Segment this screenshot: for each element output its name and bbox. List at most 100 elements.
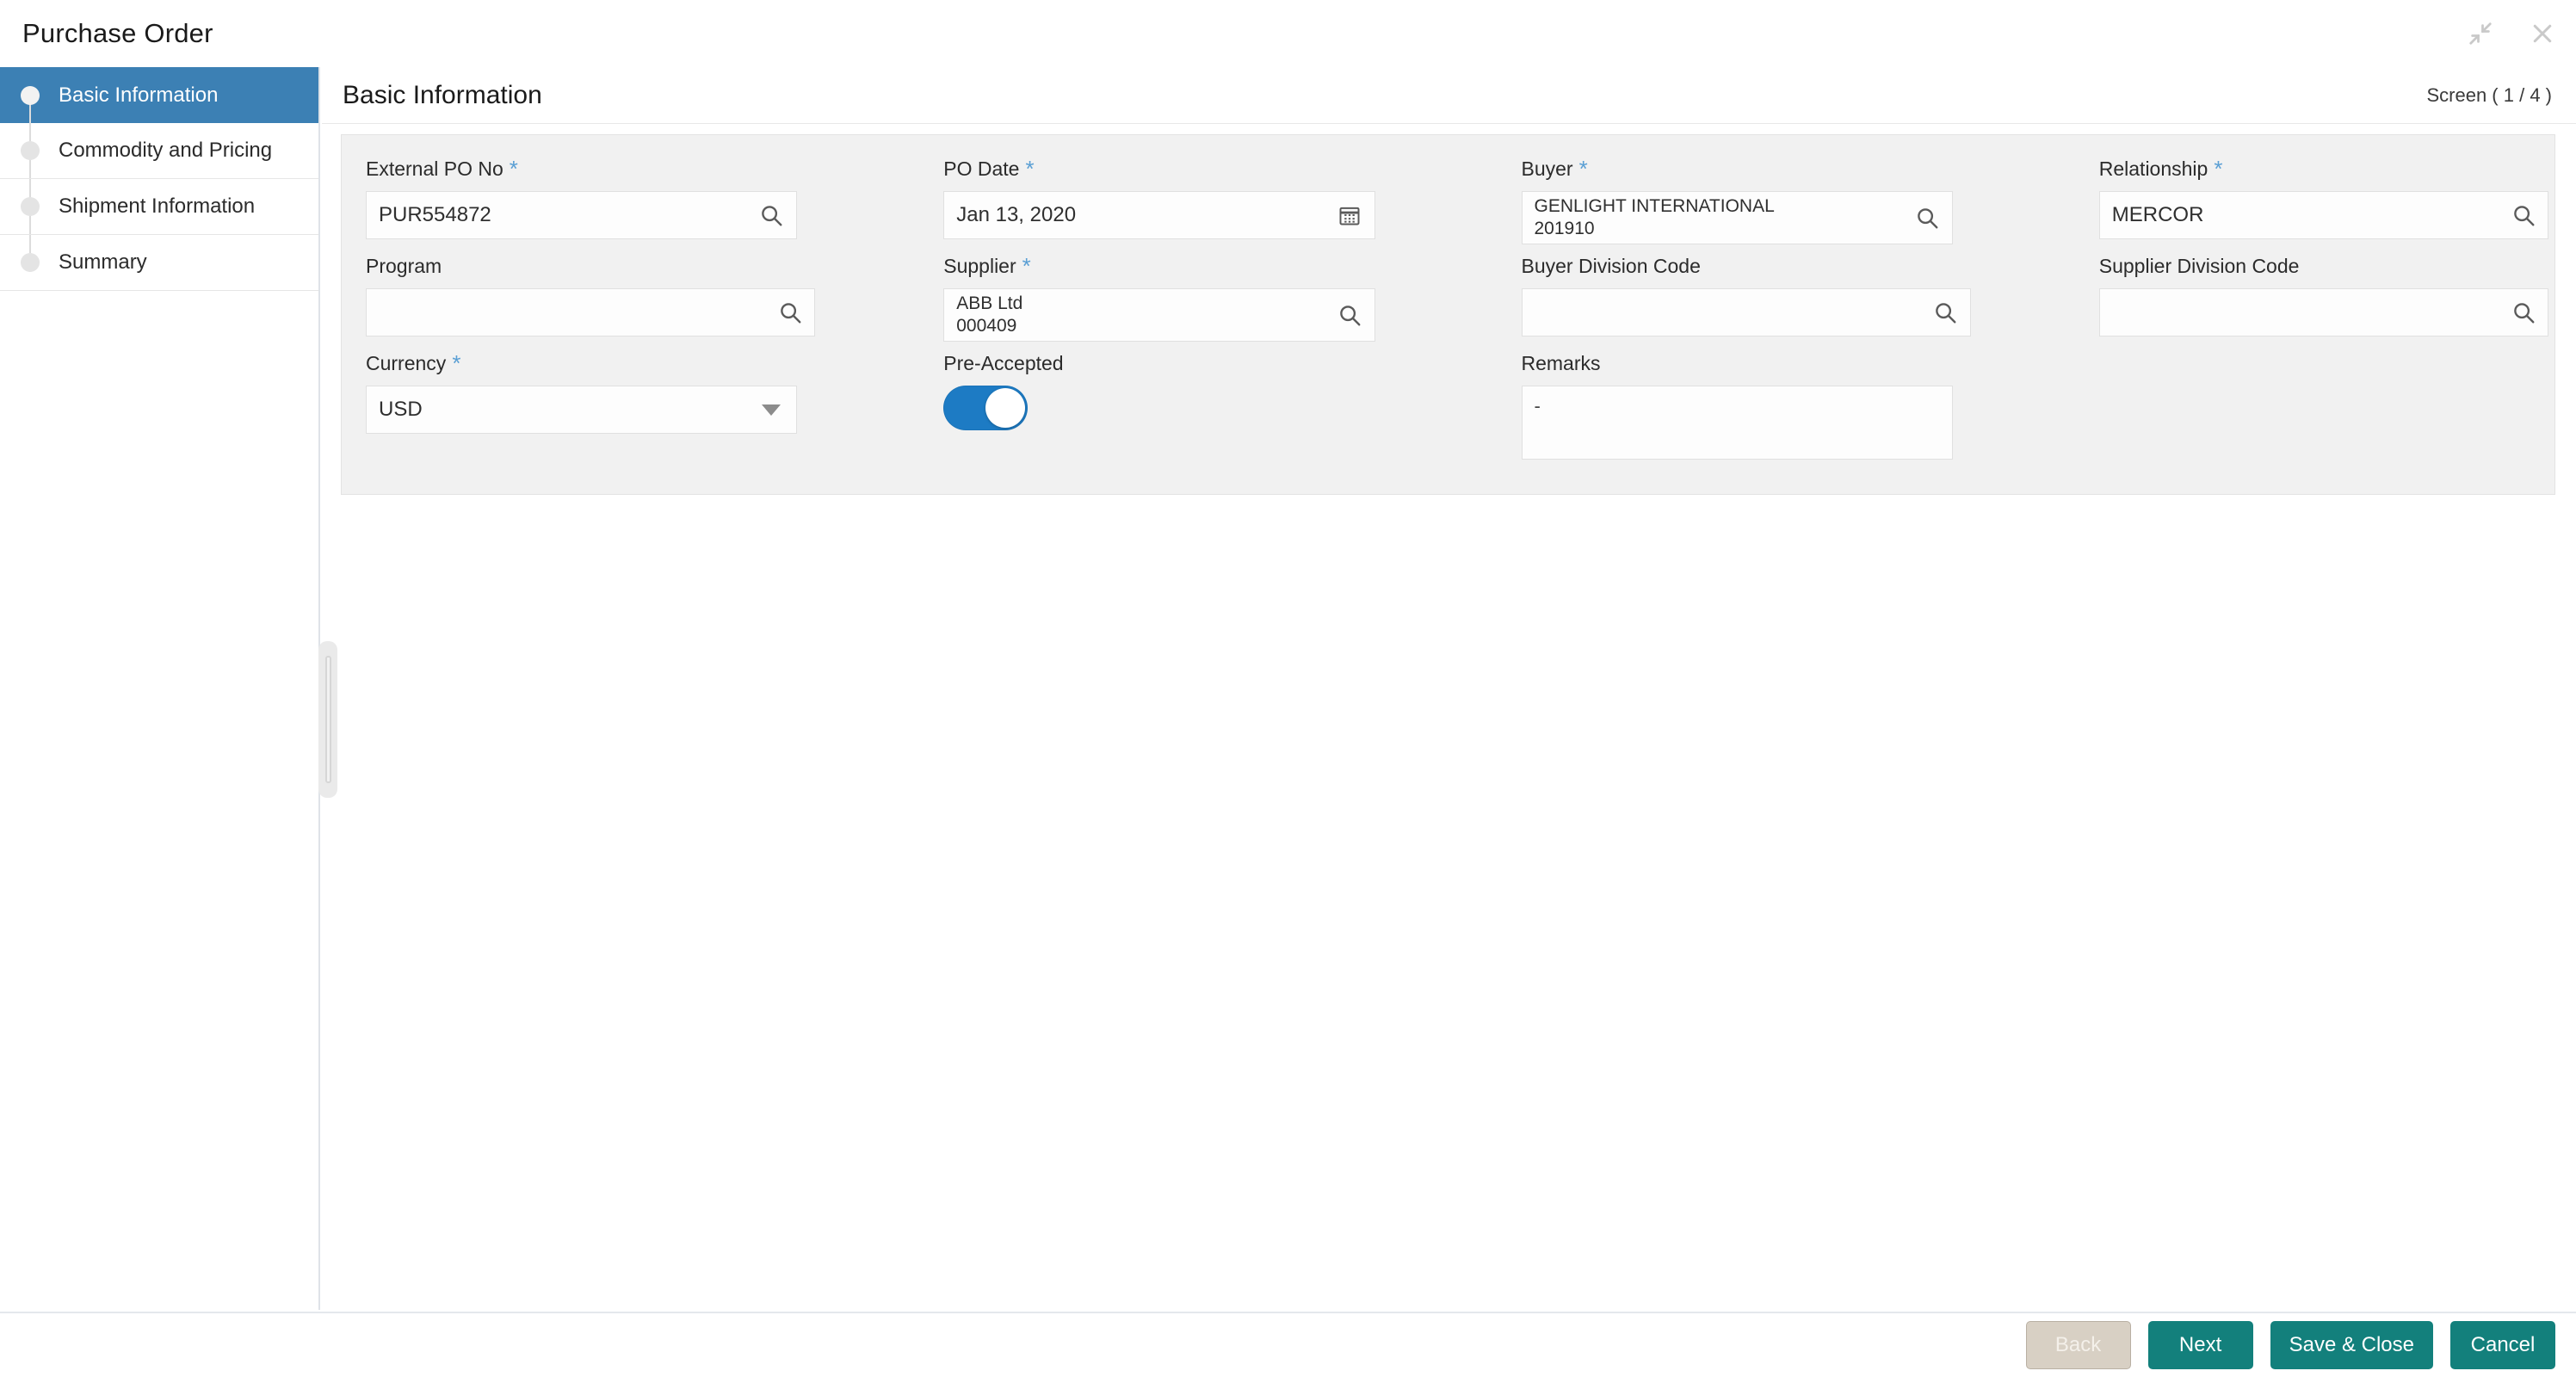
basic-information-form: External PO No * PO Date *: [341, 134, 2555, 495]
search-icon[interactable]: [746, 192, 796, 238]
field-relationship: Relationship *: [2098, 157, 2548, 244]
sidebar-item-label: Shipment Information: [59, 195, 256, 218]
back-button[interactable]: Back: [2025, 1321, 2131, 1369]
field-buyer-division-code: Buyer Division Code: [1521, 255, 1971, 342]
collapse-icon[interactable]: [2462, 15, 2499, 52]
sidebar-nav: Basic Information Commodity and Pricing …: [0, 67, 320, 1310]
close-icon[interactable]: [2524, 15, 2561, 52]
label-text: Remarks: [1521, 352, 1601, 374]
search-icon[interactable]: [1902, 192, 1952, 244]
stepper-dot: [21, 141, 40, 160]
sidebar-item-commodity-and-pricing[interactable]: Commodity and Pricing: [0, 123, 318, 179]
label-text: Relationship: [2098, 157, 2208, 180]
field-spacer: [2099, 352, 2530, 460]
sidebar-item-label: Summary: [59, 250, 147, 274]
cancel-button[interactable]: Cancel: [2450, 1321, 2555, 1369]
label-text: PO Date: [943, 157, 1020, 180]
field-label: Program: [366, 255, 797, 281]
field-supplier: Supplier * ABB Ltd 000409: [943, 255, 1375, 342]
input-container[interactable]: GENLIGHT INTERNATIONAL 201910: [1521, 191, 1953, 244]
screen-indicator: Screen ( 1 / 4 ): [2426, 83, 2552, 106]
save-and-close-button[interactable]: Save & Close: [2270, 1321, 2433, 1369]
label-text: Currency: [366, 352, 447, 374]
field-label: Buyer Division Code: [1522, 255, 1953, 281]
stepper-dot: [21, 197, 40, 216]
remarks-textarea[interactable]: -: [1521, 386, 1953, 460]
window-controls: [2462, 0, 2561, 67]
required-asterisk: *: [1025, 156, 1035, 182]
search-icon[interactable]: [2499, 288, 2548, 337]
search-icon[interactable]: [765, 288, 816, 337]
window-titlebar: Purchase Order: [0, 0, 2576, 67]
buyer-name: GENLIGHT INTERNATIONAL: [1534, 196, 1775, 217]
input-container: [2098, 288, 2548, 337]
label-text: Buyer: [1521, 157, 1573, 180]
sidebar-item-basic-information[interactable]: Basic Information: [0, 67, 318, 123]
sidebar-splitter-handle[interactable]: [318, 641, 337, 798]
field-po-date: PO Date *: [943, 157, 1375, 244]
splitter-grip: [324, 656, 331, 783]
field-label: Pre-Accepted: [943, 352, 1374, 378]
external-po-no-input[interactable]: [367, 192, 747, 238]
sidebar-item-summary[interactable]: Summary: [0, 235, 318, 291]
chevron-down-icon: [762, 404, 781, 416]
content-header: Basic Information Screen ( 1 / 4 ): [322, 67, 2576, 124]
buyer-code: 201910: [1534, 219, 1595, 238]
field-label: Buyer *: [1522, 157, 1953, 183]
po-date-input[interactable]: [944, 192, 1325, 238]
supplier-division-code-input[interactable]: [2099, 289, 2530, 336]
input-container: [2098, 191, 2548, 239]
label-text: External PO No: [366, 157, 503, 180]
buyer-value: GENLIGHT INTERNATIONAL 201910: [1523, 192, 1902, 244]
input-container: [1521, 288, 1971, 337]
calendar-icon[interactable]: [1325, 192, 1374, 238]
field-program: Program: [366, 255, 816, 342]
required-asterisk: *: [1022, 253, 1031, 279]
search-icon[interactable]: [1325, 289, 1374, 341]
input-container: [366, 288, 816, 337]
label-text: Pre-Accepted: [943, 352, 1064, 374]
stepper-dot: [21, 85, 40, 105]
window-title: Purchase Order: [22, 18, 213, 48]
relationship-input[interactable]: [2099, 192, 2530, 238]
currency-select[interactable]: USD: [366, 386, 798, 434]
field-label: PO Date *: [943, 157, 1374, 183]
label-text: Supplier Division Code: [2098, 255, 2300, 277]
pre-accepted-toggle[interactable]: [943, 386, 1029, 430]
form-grid: External PO No * PO Date *: [366, 157, 2548, 465]
label-text: Supplier: [943, 255, 1016, 277]
required-asterisk: *: [452, 350, 461, 376]
field-supplier-division-code: Supplier Division Code: [2098, 255, 2548, 342]
input-container: [366, 191, 798, 239]
field-label: Supplier Division Code: [2099, 255, 2530, 281]
page-title: Basic Information: [343, 80, 542, 109]
required-asterisk: *: [1578, 156, 1588, 182]
buyer-division-code-input[interactable]: [1522, 289, 1952, 336]
field-external-po-no: External PO No *: [366, 157, 798, 244]
supplier-value: ABB Ltd 000409: [944, 289, 1324, 341]
sidebar-item-shipment-information[interactable]: Shipment Information: [0, 179, 318, 235]
required-asterisk: *: [2214, 156, 2223, 182]
input-container: [943, 191, 1375, 239]
currency-selected-value: USD: [379, 398, 423, 421]
field-label: Relationship *: [2099, 157, 2530, 183]
supplier-name: ABB Ltd: [956, 293, 1023, 314]
sidebar-item-label: Commodity and Pricing: [59, 139, 273, 162]
stepper-dot: [21, 253, 40, 272]
required-asterisk: *: [509, 156, 518, 182]
field-label: Remarks: [1522, 352, 1953, 378]
supplier-code: 000409: [956, 316, 1017, 336]
field-remarks: Remarks -: [1521, 352, 1953, 460]
search-icon[interactable]: [1920, 288, 1971, 337]
field-label: Supplier *: [943, 255, 1374, 281]
toggle-knob: [985, 388, 1026, 428]
search-icon[interactable]: [2499, 191, 2548, 239]
field-buyer: Buyer * GENLIGHT INTERNATIONAL 201910: [1521, 157, 1953, 244]
next-button[interactable]: Next: [2147, 1321, 2253, 1369]
field-label: External PO No *: [366, 157, 797, 183]
label-text: Program: [366, 255, 442, 277]
input-container[interactable]: ABB Ltd 000409: [943, 288, 1375, 342]
field-pre-accepted: Pre-Accepted: [943, 352, 1374, 460]
program-input[interactable]: [367, 289, 797, 336]
label-text: Buyer Division Code: [1521, 255, 1701, 277]
